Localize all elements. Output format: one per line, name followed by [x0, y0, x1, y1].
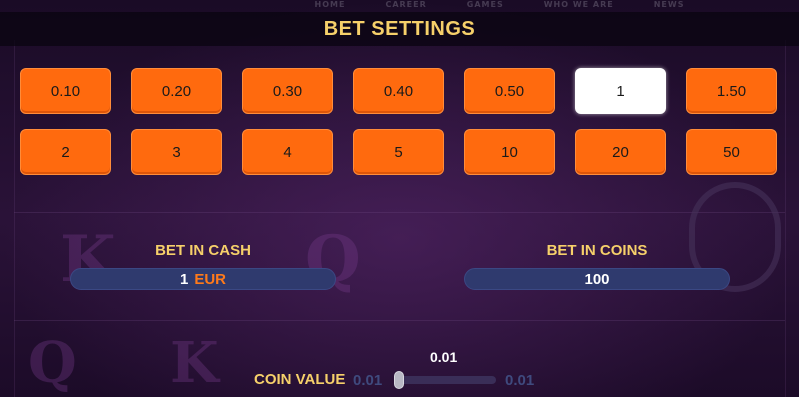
coin-value-label: COIN VALUE	[254, 371, 346, 388]
bet-option-button[interactable]: 0.50	[464, 68, 555, 114]
bet-in-cash-label: BET IN CASH	[155, 242, 251, 259]
reel-divider	[14, 320, 785, 321]
bet-option-button[interactable]: 10	[464, 129, 555, 175]
coin-value-slider-thumb[interactable]	[394, 371, 404, 389]
bet-option-button[interactable]: 50	[686, 129, 777, 175]
bg-nav-home: HOME	[314, 0, 346, 9]
bet-option-button[interactable]: 0.10	[20, 68, 111, 114]
reel-symbol-k: K	[170, 330, 219, 396]
bg-nav-news: NEWS	[653, 0, 685, 9]
game-background	[0, 0, 799, 397]
reel-divider	[14, 212, 785, 213]
page-title: BET SETTINGS	[323, 17, 476, 40]
bg-nav-games: GAMES	[466, 0, 504, 9]
bet-option-button[interactable]: 2	[20, 129, 111, 175]
bet-option-button-selected[interactable]: 1	[575, 68, 666, 114]
reel-border-left	[14, 40, 15, 397]
bet-in-cash-display: 1 EUR	[70, 268, 336, 290]
bet-options-grid: 0.10 0.20 0.30 0.40 0.50 1 1.50 2 3 4 5 …	[20, 68, 777, 175]
coin-value-max: 0.01	[505, 372, 535, 389]
reel-border-right	[785, 40, 786, 397]
bet-in-coins-label: BET IN COINS	[546, 242, 648, 259]
coin-value-current: 0.01	[430, 349, 458, 365]
reel-symbol-q: Q	[28, 330, 77, 396]
bet-in-coins-display: 100	[464, 268, 730, 290]
bet-option-button[interactable]: 0.40	[353, 68, 444, 114]
bet-option-button[interactable]: 0.30	[242, 68, 333, 114]
bet-in-cash-currency: EUR	[194, 270, 226, 288]
bet-option-button[interactable]: 0.20	[131, 68, 222, 114]
coin-value-min: 0.01	[353, 372, 383, 389]
background-site-nav: HOME CAREER GAMES WHO WE ARE NEWS	[0, 0, 799, 10]
bet-in-cash-value: 1	[179, 270, 189, 288]
bg-nav-career: CAREER	[385, 0, 427, 9]
bet-settings-header: BET SETTINGS	[0, 12, 799, 46]
bet-option-button[interactable]: 3	[131, 129, 222, 175]
bet-in-coins-value: 100	[584, 270, 610, 288]
bet-option-button[interactable]: 20	[575, 129, 666, 175]
coin-value-slider-track[interactable]	[394, 376, 496, 384]
bet-option-button[interactable]: 5	[353, 129, 444, 175]
bet-option-button[interactable]: 1.50	[686, 68, 777, 114]
bg-nav-who-we-are: WHO WE ARE	[543, 0, 614, 9]
bet-option-button[interactable]: 4	[242, 129, 333, 175]
